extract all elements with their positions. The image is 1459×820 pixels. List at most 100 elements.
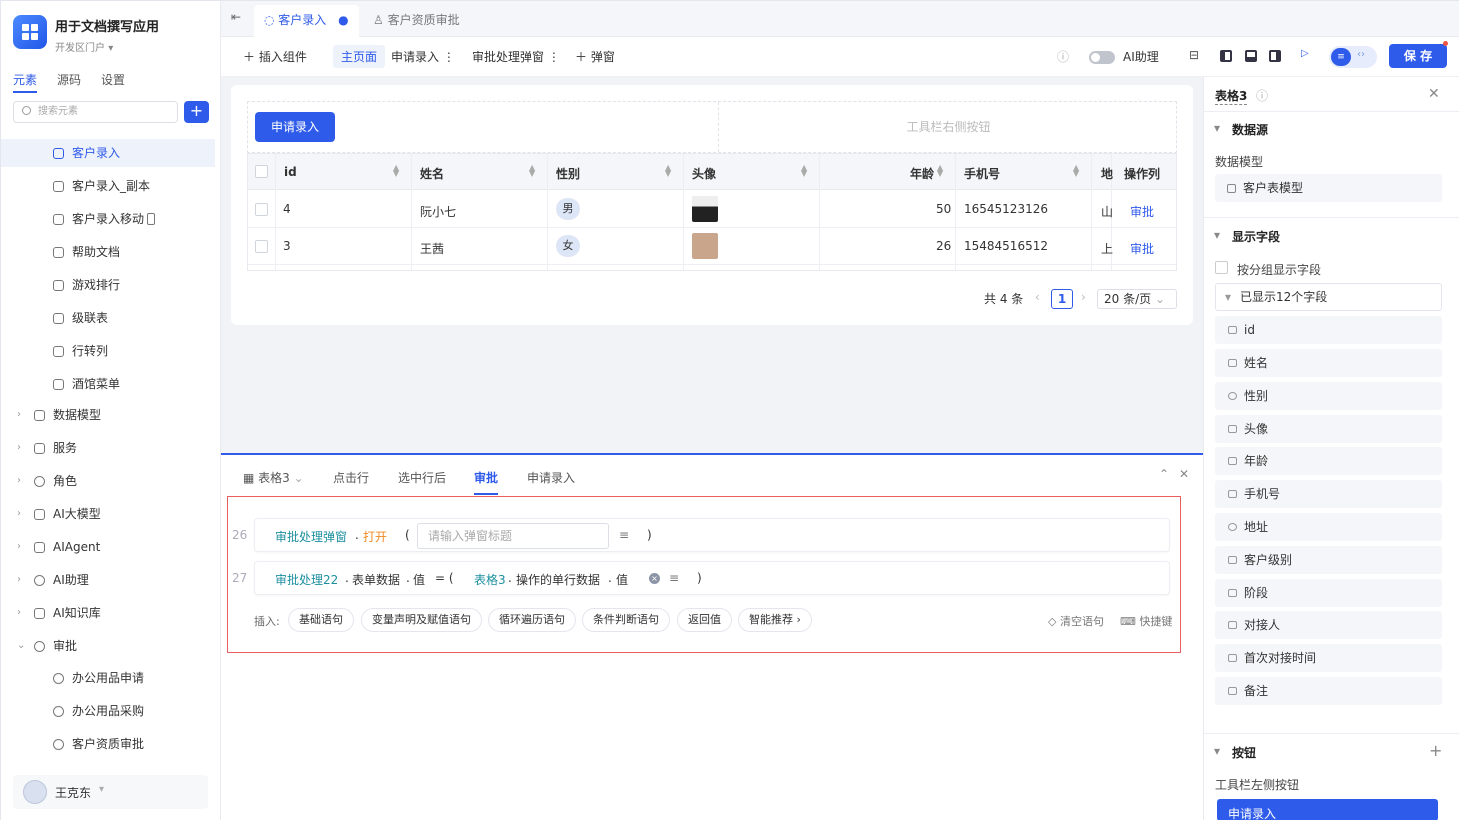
field-gender[interactable]: 性别 — [1215, 382, 1442, 410]
sort-icon[interactable]: ▲ ▼ — [393, 164, 399, 178]
tab-source[interactable]: 源码 — [57, 71, 81, 93]
field-id[interactable]: id — [1215, 316, 1442, 344]
row-checkbox[interactable] — [255, 240, 268, 253]
tab-settings[interactable]: 设置 — [101, 71, 125, 93]
data-model-select[interactable]: 客户表模型 — [1215, 174, 1442, 202]
expression-icon[interactable]: ≡ — [669, 571, 679, 585]
insert-variable-button[interactable]: 变量声明及赋值语句 — [361, 608, 482, 632]
header-age[interactable]: 年龄 — [910, 165, 934, 182]
approve-popup-button[interactable]: 审批处理弹窗 ⋮ — [472, 48, 560, 65]
sort-icon[interactable]: ▲ ▼ — [801, 164, 807, 178]
table-card[interactable]: 申请录入 工具栏右侧按钮 id ▲ ▼ 姓名 ▲ ▼ 性别 ▲ ▼ 头像 ▲ ▼… — [231, 85, 1193, 325]
header-name[interactable]: 姓名 — [420, 165, 444, 182]
header-address[interactable]: 地 — [1101, 165, 1113, 182]
header-phone[interactable]: 手机号 — [964, 165, 1000, 182]
add-button-icon[interactable]: + — [1429, 741, 1442, 760]
tab-row-click[interactable]: 点击行 — [333, 469, 369, 486]
insert-loop-button[interactable]: 循环遍历语句 — [488, 608, 576, 632]
header-avatar[interactable]: 头像 — [692, 165, 716, 182]
tree-item-ai-knowledge[interactable]: › AI知识库 — [1, 599, 215, 627]
tab-elements[interactable]: 元素 — [13, 71, 38, 93]
section-display-fields[interactable]: 显示字段 — [1214, 228, 1280, 245]
code-object[interactable]: 审批处理弹窗 — [275, 528, 347, 545]
tree-item-office-apply[interactable]: 办公用品申请 — [1, 664, 215, 692]
design-view-icon[interactable]: ≡ — [1331, 48, 1351, 66]
tree-item-ai-agent[interactable]: › AIAgent — [1, 533, 215, 561]
code-view-icon[interactable]: ‹› — [1357, 49, 1365, 60]
tree-item-office-purchase[interactable]: 办公用品采购 — [1, 697, 215, 725]
left-panel-icon[interactable] — [1220, 50, 1232, 62]
tree-item-approval[interactable]: ⌄ 审批 — [1, 632, 215, 660]
tree-item-ai-model[interactable]: › AI大模型 — [1, 500, 215, 528]
row-checkbox[interactable] — [255, 203, 268, 216]
user-profile[interactable]: 王克东 ▾ — [13, 775, 208, 809]
insert-component-button[interactable]: ＋ 插入组件 — [243, 48, 307, 65]
sort-icon[interactable]: ▲ ▼ — [665, 164, 671, 178]
tab-customer-entry[interactable]: ◌ 客户录入 ● — [254, 5, 359, 37]
tab-table3[interactable]: ▦ 表格3 ⌄ — [243, 469, 304, 486]
view-mode-switch[interactable]: ≡ ‹› — [1329, 46, 1377, 68]
code-object[interactable]: 审批处理22 — [275, 571, 338, 588]
code-line-27[interactable]: 审批处理22 . 表单数据 . 值 = ( 表格3 . 操作的单行数据 . 值 … — [254, 561, 1170, 595]
field-phone[interactable]: 手机号 — [1215, 480, 1442, 508]
play-icon[interactable]: ▷ — [1301, 48, 1309, 59]
apply-entry-button[interactable]: 申请录入 — [255, 112, 335, 142]
insert-basic-button[interactable]: 基础语句 — [288, 608, 354, 632]
layout-icon[interactable]: ⊟ — [1189, 48, 1199, 62]
field-name[interactable]: 姓名 — [1215, 349, 1442, 377]
shortcuts-button[interactable]: ⌨ 快捷键 — [1120, 613, 1172, 629]
sort-icon[interactable]: ▲ ▼ — [937, 164, 943, 178]
section-datasource[interactable]: 数据源 — [1214, 121, 1268, 138]
ai-assistant-toggle[interactable] — [1089, 51, 1115, 64]
tree-item-data-model[interactable]: › 数据模型 — [1, 401, 215, 429]
field-address[interactable]: 地址 — [1215, 513, 1442, 541]
smart-recommend-button[interactable]: 智能推荐 › — [738, 608, 812, 632]
field-avatar[interactable]: 头像 — [1215, 415, 1442, 443]
toolbar-right-placeholder[interactable]: 工具栏右侧按钮 — [718, 102, 1178, 152]
tree-item-customer-entry-copy[interactable]: 客户录入_副本 — [1, 172, 215, 200]
insert-return-button[interactable]: 返回值 — [677, 608, 732, 632]
prev-page-icon[interactable]: ‹ — [1035, 290, 1040, 304]
header-gender[interactable]: 性别 — [556, 165, 580, 182]
approve-link[interactable]: 审批 — [1130, 203, 1154, 220]
tree-item-customer-entry-mobile[interactable]: 客户录入移动 — [1, 205, 215, 233]
tree-item-service[interactable]: › 服务 — [1, 434, 215, 462]
select-all-checkbox[interactable] — [255, 165, 268, 178]
section-buttons[interactable]: 按钮 — [1214, 744, 1256, 761]
group-display-checkbox[interactable] — [1215, 261, 1228, 274]
insert-condition-button[interactable]: 条件判断语句 — [582, 608, 670, 632]
tree-item-ai-assistant[interactable]: › AI助理 — [1, 566, 215, 594]
field-customer-level[interactable]: 客户级别 — [1215, 546, 1442, 574]
code-object[interactable]: 表格3 — [474, 571, 506, 588]
tab-approve[interactable]: 审批 — [474, 469, 499, 495]
tree-item-row-to-col[interactable]: 行转列 — [1, 337, 215, 365]
popup-title-input[interactable]: 请输入弹窗标题 — [417, 523, 609, 549]
tree-item-game-rank[interactable]: 游戏排行 — [1, 271, 215, 299]
page-size-select[interactable]: 20 条/页 ⌄ — [1097, 289, 1177, 309]
main-page-button[interactable]: 主页面 — [333, 45, 386, 68]
tree-item-tavern-menu[interactable]: 酒馆菜单 — [1, 370, 215, 398]
field-remark[interactable]: 备注 — [1215, 677, 1442, 705]
tree-item-customer-approval[interactable]: 客户资质审批 — [1, 730, 215, 758]
apply-page-button[interactable]: 申请录入 ⋮ — [391, 48, 455, 65]
field-contact-person[interactable]: 对接人 — [1215, 611, 1442, 639]
code-field[interactable]: 值 — [413, 571, 425, 588]
collapse-icon[interactable]: ⌃ — [1159, 467, 1169, 481]
toolbar-left-apply-button[interactable]: 申请录入 — [1217, 799, 1438, 820]
tab-customer-approval[interactable]: ♙ 客户资质审批 — [363, 5, 470, 37]
tree-item-role[interactable]: › 角色 — [1, 467, 215, 495]
tree-item-help-doc[interactable]: 帮助文档 — [1, 238, 215, 266]
tree-item-cascade-table[interactable]: 级联表 — [1, 304, 215, 332]
code-field[interactable]: 表单数据 — [352, 571, 400, 588]
sort-icon[interactable]: ▲ ▼ — [529, 164, 535, 178]
bottom-panel-icon[interactable] — [1245, 50, 1257, 62]
sort-icon[interactable]: ▲ ▼ — [1073, 164, 1079, 178]
close-icon[interactable]: ✕ — [1428, 86, 1440, 102]
collapse-sidebar-icon[interactable]: ⇤ — [231, 10, 241, 24]
help-icon[interactable]: ⓘ — [1057, 48, 1069, 65]
app-subtitle[interactable]: 开发区门户 ▾ — [55, 39, 113, 54]
search-input[interactable]: 搜索元素 — [13, 101, 178, 123]
clear-value-icon[interactable]: × — [649, 573, 660, 584]
field-first-contact-time[interactable]: 首次对接时间 — [1215, 644, 1442, 672]
code-line-26[interactable]: 审批处理弹窗 . 打开 ( 请输入弹窗标题 ≡ ) — [254, 518, 1170, 552]
